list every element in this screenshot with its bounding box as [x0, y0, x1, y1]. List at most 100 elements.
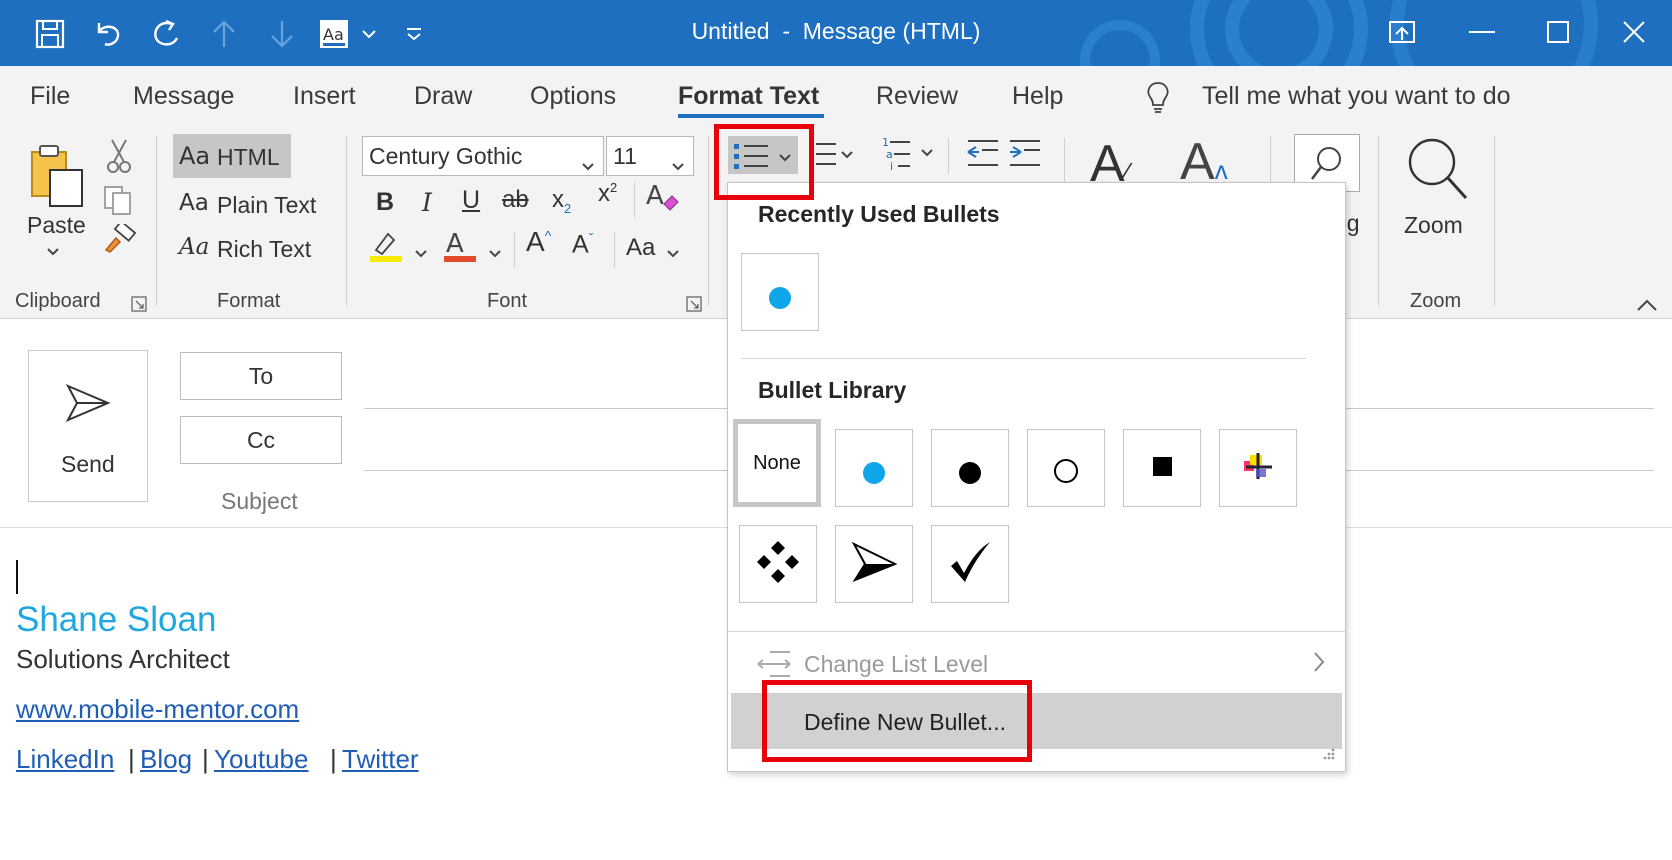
separator: [1378, 136, 1379, 306]
diamond-cluster-icon: [755, 539, 801, 590]
tell-me-search[interactable]: Tell me what you want to do: [1202, 82, 1511, 111]
zoom-button[interactable]: Zoom: [1404, 212, 1463, 239]
separator: [1494, 136, 1495, 306]
aa-icon: Aa: [179, 234, 210, 260]
bullet-option[interactable]: [931, 429, 1009, 507]
recent-bullet-option[interactable]: [741, 253, 819, 331]
cut-icon[interactable]: [106, 138, 132, 179]
superscript-icon[interactable]: x2: [598, 180, 617, 208]
font-size-dropdown[interactable]: 11: [606, 136, 694, 176]
signature-twitter-link[interactable]: Twitter: [342, 744, 419, 775]
tab-options[interactable]: Options: [530, 82, 616, 111]
strikethrough-icon[interactable]: ab: [502, 186, 529, 214]
crosshair-icon: [1242, 451, 1274, 486]
highlight-icon[interactable]: [368, 228, 404, 269]
chevron-down-icon[interactable]: [488, 246, 502, 264]
send-icon: [65, 383, 111, 428]
decrease-indent-icon[interactable]: [966, 138, 1000, 173]
tab-file[interactable]: File: [30, 82, 70, 111]
signature-blog-link[interactable]: Blog: [140, 744, 192, 775]
minimize-icon[interactable]: [1460, 12, 1504, 52]
tab-help[interactable]: Help: [1012, 82, 1063, 111]
svg-text:A: A: [646, 181, 664, 211]
chevron-down-icon[interactable]: [414, 246, 428, 264]
dialog-launcher-icon[interactable]: [131, 296, 147, 317]
checkmark-icon: [948, 540, 992, 589]
bullet-option[interactable]: [1123, 429, 1201, 507]
separator-pipe: |: [202, 744, 209, 774]
zoom-icon[interactable]: [1406, 136, 1470, 207]
chevron-down-icon: [581, 151, 595, 178]
svg-text:i: i: [890, 160, 893, 172]
close-icon[interactable]: [1612, 12, 1656, 52]
signature-youtube-link[interactable]: Youtube: [214, 744, 308, 775]
chevron-down-icon: [671, 151, 685, 178]
bullet-option[interactable]: [739, 525, 817, 603]
send-button[interactable]: Send: [28, 350, 148, 502]
aa-icon: Aa: [179, 142, 211, 170]
change-case-icon[interactable]: Aa: [626, 234, 655, 262]
chevron-right-icon: [1313, 651, 1325, 678]
active-tab-indicator: [678, 114, 824, 118]
resize-grip-icon[interactable]: [1322, 747, 1336, 766]
signature-name: Shane Sloan: [16, 600, 217, 639]
underline-icon[interactable]: U: [462, 186, 480, 215]
grow-font-icon[interactable]: A^: [526, 226, 551, 258]
bullet-option[interactable]: [835, 525, 913, 603]
bullet-none-option[interactable]: None: [733, 419, 821, 507]
annotation-highlight-define-new: [762, 680, 1032, 762]
tab-message[interactable]: Message: [133, 82, 234, 111]
separator: [728, 631, 1345, 632]
format-painter-icon[interactable]: [102, 220, 137, 259]
bold-icon[interactable]: B: [376, 188, 394, 217]
signature-title: Solutions Architect: [16, 644, 230, 674]
format-html-button[interactable]: Aa HTML: [173, 134, 291, 178]
bullet-library-heading: Bullet Library: [758, 377, 907, 403]
hollow-circle-icon: [1054, 459, 1078, 483]
tab-insert[interactable]: Insert: [293, 82, 356, 111]
increase-indent-icon[interactable]: [1008, 138, 1042, 173]
separator: [634, 182, 635, 218]
signature-website-link[interactable]: www.mobile-mentor.com: [16, 694, 299, 725]
italic-icon[interactable]: I: [422, 188, 432, 217]
tab-format-text[interactable]: Format Text: [678, 82, 819, 111]
copy-icon[interactable]: [102, 184, 134, 221]
font-color-icon[interactable]: A: [442, 226, 478, 269]
clear-formatting-icon[interactable]: A: [644, 178, 680, 219]
bullet-option[interactable]: [931, 525, 1009, 603]
numbering-icon[interactable]: [814, 140, 854, 175]
maximize-icon[interactable]: [1536, 12, 1580, 52]
text-cursor: [16, 560, 18, 594]
collapse-ribbon-icon[interactable]: [1636, 298, 1658, 317]
subscript-icon[interactable]: x2: [552, 186, 571, 216]
lightbulb-icon: [1144, 80, 1172, 119]
bullet-option[interactable]: [835, 429, 913, 507]
to-button[interactable]: To: [180, 352, 342, 400]
signature-linkedin-link[interactable]: LinkedIn: [16, 744, 114, 775]
paste-button[interactable]: Paste: [27, 212, 86, 239]
separator: [614, 232, 615, 268]
chevron-down-icon[interactable]: [666, 246, 680, 264]
shrink-font-icon[interactable]: Aˇ: [572, 230, 593, 259]
separator: [346, 136, 347, 306]
tab-review[interactable]: Review: [876, 82, 958, 111]
square-icon: [1152, 456, 1172, 476]
cc-button[interactable]: Cc: [180, 416, 342, 464]
separator-pipe: |: [330, 744, 337, 774]
tab-draw[interactable]: Draw: [414, 82, 472, 111]
separator: [514, 232, 515, 268]
separator: [741, 358, 1306, 359]
font-name-dropdown[interactable]: Century Gothic: [362, 136, 604, 176]
ribbon-display-options-icon[interactable]: [1380, 12, 1424, 52]
group-label-font: Font: [487, 290, 528, 312]
chevron-down-icon[interactable]: [46, 244, 60, 262]
separator: [156, 136, 157, 306]
multilevel-list-icon[interactable]: 1ai: [880, 136, 940, 177]
dialog-launcher-icon[interactable]: [686, 296, 702, 317]
aa-icon: Aa: [179, 190, 209, 216]
bullet-option[interactable]: [1219, 429, 1297, 507]
svg-text:A: A: [446, 229, 464, 259]
cyan-dot-icon: [863, 462, 885, 484]
bullet-option[interactable]: [1027, 429, 1105, 507]
paste-icon[interactable]: [26, 144, 88, 213]
